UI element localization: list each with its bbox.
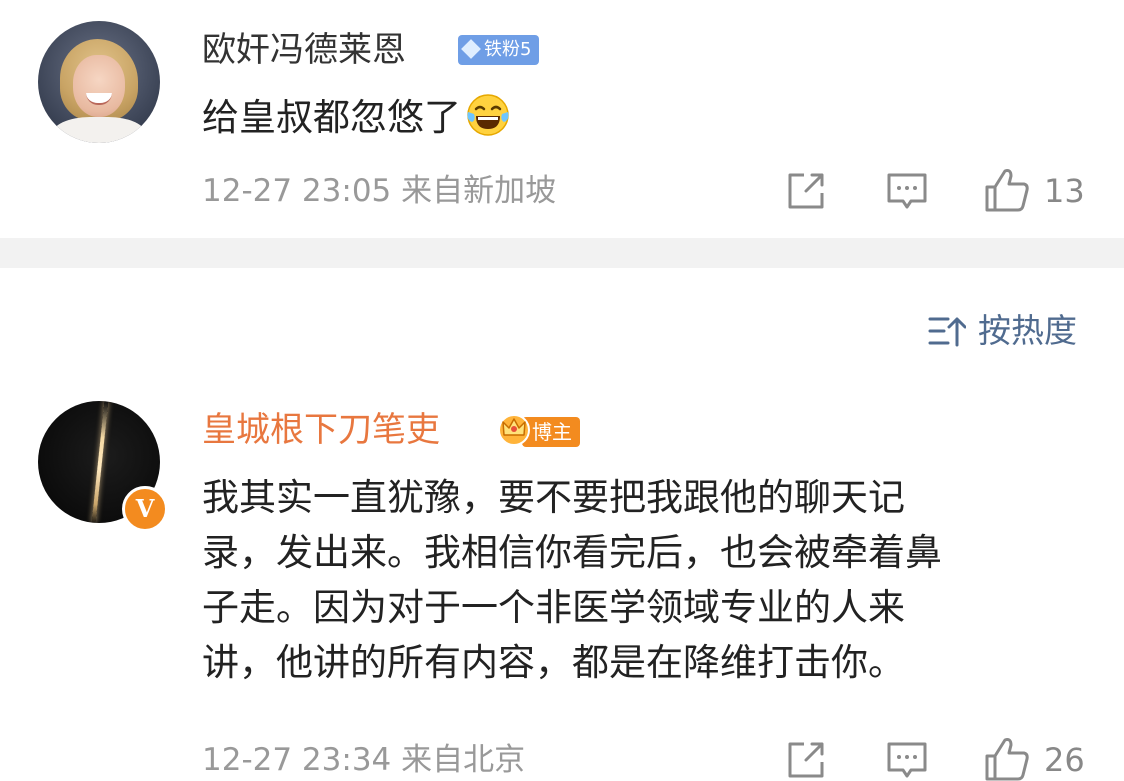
sort-label: 按热度: [978, 311, 1077, 350]
weibo-comments-page: 欧奸冯德莱恩 铁粉5 给皇叔都忽悠了 12-27 23:05 来自新加坡 13 …: [0, 0, 1124, 781]
like-button[interactable]: [984, 167, 1030, 212]
timestamp: 12-27 23:05: [202, 173, 392, 209]
comment-text: 给皇叔都忽悠了: [202, 92, 511, 141]
comment-line: 讲，他讲的所有内容，都是在降维打击你。: [202, 641, 905, 684]
comment-line: 我其实一直犹豫，要不要把我跟他的聊天记: [202, 476, 905, 519]
comment-icon: [887, 742, 927, 778]
comment-text: 我其实一直犹豫，要不要把我跟他的聊天记 录，发出来。我相信你看完后，也会被牵着鼻…: [202, 470, 1102, 690]
username[interactable]: 皇城根下刀笔吏: [202, 410, 440, 450]
username[interactable]: 欧奸冯德莱恩: [202, 30, 406, 70]
section-divider: [0, 238, 1124, 268]
reply-button[interactable]: [886, 741, 928, 781]
thumbs-up-icon: [985, 169, 1029, 212]
like-button[interactable]: [984, 736, 1030, 781]
timestamp: 12-27 23:34: [202, 742, 392, 778]
share-icon: [788, 173, 824, 209]
diamond-icon: [461, 39, 481, 59]
verified-v-icon: V: [122, 486, 168, 532]
share-button[interactable]: [786, 740, 826, 781]
comment-line: 子走。因为对于一个非医学领域专业的人来: [202, 586, 905, 629]
comment-meta: 12-27 23:34 来自北京: [202, 740, 525, 780]
like-count: 26: [1044, 741, 1085, 779]
avatar[interactable]: [38, 21, 160, 143]
thumbs-up-icon: [985, 738, 1029, 781]
location: 来自北京: [401, 742, 526, 778]
comment-line: 录，发出来。我相信你看完后，也会被牵着鼻: [202, 531, 942, 574]
comment-meta: 12-27 23:05 来自新加坡: [202, 171, 556, 211]
share-icon: [788, 742, 824, 778]
sort-by-heat-icon: [928, 317, 966, 347]
comment-icon: [887, 173, 927, 209]
like-count: 13: [1044, 172, 1085, 210]
fan-level-badge: 铁粉5: [458, 35, 540, 65]
laughing-tears-emoji: [467, 94, 509, 136]
location: 来自新加坡: [401, 173, 557, 209]
share-button[interactable]: [786, 171, 826, 215]
crown-icon: [498, 414, 530, 446]
reply-button[interactable]: [886, 172, 928, 216]
